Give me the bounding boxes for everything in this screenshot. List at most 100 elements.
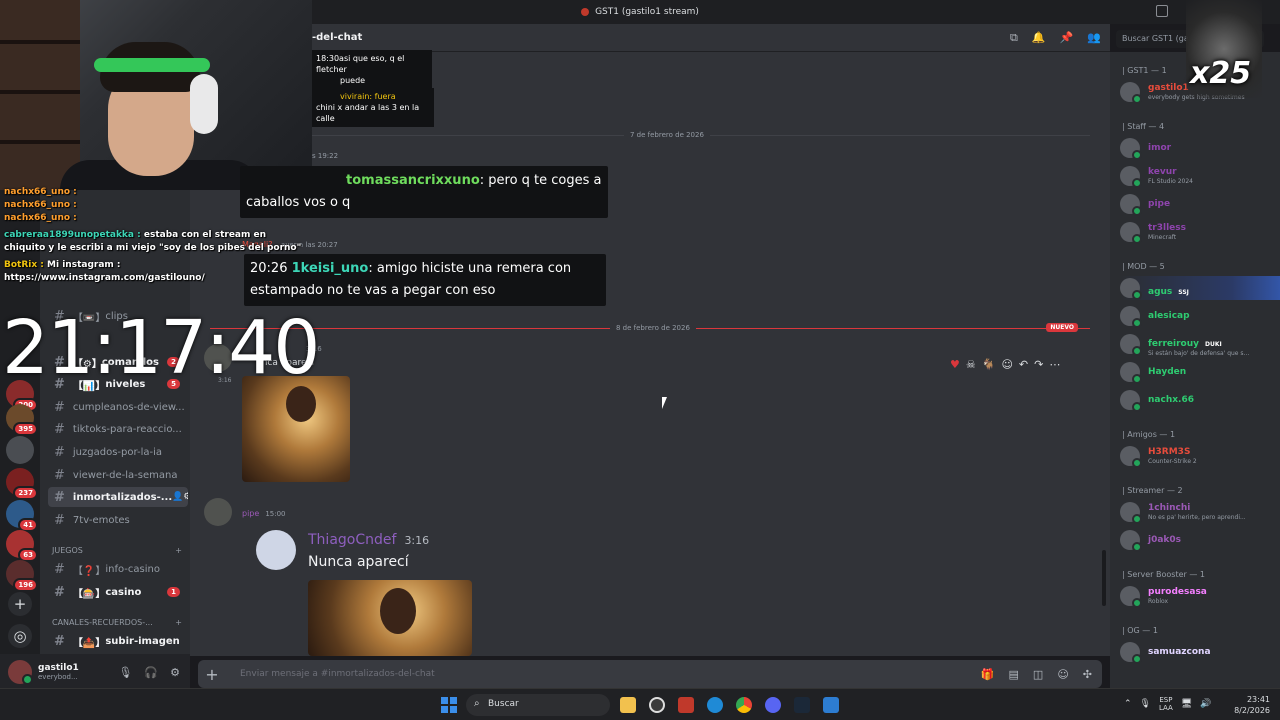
server-icon[interactable]: 395 — [6, 404, 38, 436]
more-icon[interactable]: ⋯ — [1049, 358, 1060, 371]
member-item[interactable]: alesicap — [1120, 304, 1280, 328]
user-panel: gastilo1 everybod... 🎙 🎧 ⚙ — [0, 654, 190, 690]
microphone-icon[interactable]: 🎙 — [118, 666, 132, 679]
apps-icon[interactable]: ✣ — [1083, 668, 1092, 681]
language-indicator[interactable]: ESP LAA — [1159, 696, 1173, 712]
shelf-board — [0, 40, 80, 44]
server-icon[interactable] — [6, 436, 34, 464]
member-item[interactable]: 1chinchi No es pa' herirte, pero aprendi.… — [1120, 500, 1280, 524]
headphones-icon[interactable]: 🎧 — [144, 666, 158, 679]
gear-icon[interactable]: ⚙ — [170, 666, 180, 679]
member-item[interactable]: samuazcona — [1120, 640, 1280, 664]
scrollbar[interactable] — [1102, 550, 1106, 606]
obs-icon[interactable] — [649, 697, 665, 713]
system-clock[interactable]: 23:41 8/2/2026 — [1232, 694, 1270, 716]
twitch-username: BotRix : — [4, 260, 44, 270]
taskbar-search[interactable]: ⌕ Buscar — [466, 694, 610, 716]
server-icon[interactable]: 41 — [6, 500, 38, 532]
date-label: 7 de febrero de 2026 — [624, 131, 710, 139]
twitch-chat-line: nachx66_uno : — [0, 186, 300, 199]
discover-button[interactable]: ◎ — [8, 624, 32, 648]
steam-icon[interactable] — [794, 697, 810, 713]
pin-icon[interactable]: 📌 — [1060, 31, 1074, 45]
bell-icon[interactable]: 🔔 — [1032, 31, 1046, 45]
bubble-user: 1keisi_uno — [291, 261, 369, 276]
add-reaction-icon[interactable]: ☺ — [1001, 358, 1012, 371]
snippet-line: puede — [340, 76, 366, 85]
avatar[interactable] — [204, 498, 232, 526]
gift-icon[interactable]: 🎁 — [981, 668, 995, 681]
avatar — [1120, 222, 1142, 244]
inbox-icon[interactable] — [1156, 5, 1168, 17]
channel-emoji: 【❓】 — [72, 565, 106, 577]
channel-viewer-semana[interactable]: # viewer-de-la-semana — [48, 465, 188, 485]
emoji-icon[interactable]: ☺ — [1057, 668, 1068, 681]
attach-button[interactable]: + — [198, 665, 226, 684]
quoted-image[interactable] — [308, 580, 472, 656]
volume-icon[interactable]: 🔊 — [1200, 699, 1211, 709]
members-icon[interactable]: 👥 — [1087, 31, 1101, 45]
threads-icon[interactable]: ⧉ — [1010, 31, 1018, 45]
file-explorer-icon[interactable] — [620, 697, 636, 713]
shelf-board — [0, 140, 80, 144]
headset-earcup — [190, 74, 218, 134]
goat-reaction-icon[interactable]: 🐐 — [982, 358, 996, 371]
network-icon[interactable]: 🖥 — [1181, 699, 1192, 709]
app-icon[interactable] — [823, 697, 839, 713]
start-button[interactable] — [441, 697, 457, 713]
snippet-line: 18:30asi que eso, q el fletcher — [316, 54, 405, 74]
message-author: pipe 15:00 — [242, 501, 286, 520]
channel-7tv[interactable]: #7tv-emotes — [48, 510, 188, 530]
category-juegos[interactable]: JUEGOS + — [52, 546, 182, 555]
chevron-up-icon[interactable]: ⌃ — [1124, 699, 1132, 709]
message-composer[interactable]: + Enviar mensaje a #inmortalizados-del-c… — [198, 660, 1102, 688]
avatar[interactable] — [8, 660, 33, 685]
server-icon[interactable]: 63 — [6, 530, 38, 562]
channel-subir-imagen[interactable]: # 【📤】 subir-imagen — [48, 631, 188, 651]
discord-icon[interactable] — [765, 697, 781, 713]
heart-reaction-icon[interactable]: ♥ — [950, 358, 960, 371]
member-item[interactable]: ferreirouy DUKI Si están bajo' de defensa'… — [1120, 332, 1280, 357]
member-item[interactable]: tr3lless Minecraft — [1120, 220, 1280, 244]
quoted-author: ThiagoCndef 3:16 — [308, 532, 429, 548]
add-channel-icon[interactable]: + — [175, 546, 182, 555]
reply-icon[interactable]: ↶ — [1019, 358, 1028, 371]
channel-inmortalizados[interactable]: # inmortalizados-... 👤⚙ — [48, 487, 188, 507]
member-item[interactable]: imor — [1120, 136, 1280, 160]
microphone-icon[interactable]: 🎙 — [1140, 699, 1151, 709]
category-recuerdos[interactable]: CANALES-RECUERDOS-... + — [52, 618, 182, 627]
skull-reaction-icon[interactable]: ☠ — [966, 358, 976, 371]
add-server-button[interactable]: + — [8, 592, 32, 616]
member-item[interactable]: nachx.66 — [1120, 388, 1280, 412]
multiplier-label: x25 — [1190, 56, 1252, 91]
forward-icon[interactable]: ↷ — [1034, 358, 1043, 371]
member-item[interactable]: kevur FL Studio 2024 — [1120, 164, 1280, 188]
category-label: CANALES-RECUERDOS-... — [52, 618, 153, 627]
member-activity: No es pa' herirte, pero aprendi... — [1148, 514, 1246, 521]
channel-info-casino[interactable]: # 【❓】 info-casino — [48, 559, 188, 579]
member-item[interactable]: Hayden — [1120, 360, 1280, 384]
channel-cumpleanos[interactable]: # cumpleanos-de-view... — [48, 397, 188, 417]
member-item[interactable]: purodesasa Roblox — [1120, 584, 1280, 608]
server-icon[interactable]: 237 — [6, 468, 38, 500]
sticker-icon[interactable]: ◫ — [1033, 668, 1043, 681]
channel-juzgados[interactable]: # juzgados-por-la-ia — [48, 442, 188, 462]
channel-casino[interactable]: # 【🎰】 casino 1 — [48, 582, 188, 602]
twitch-username: cabreraa1899unopetakka : — [4, 230, 141, 240]
member-item[interactable]: pipe — [1120, 192, 1280, 216]
attached-image[interactable] — [242, 376, 350, 482]
invite-settings-icon[interactable]: 👤⚙ — [172, 492, 188, 502]
app-icon[interactable] — [678, 697, 694, 713]
twitch-chat-line: nachx66_uno : — [0, 212, 300, 225]
add-channel-icon[interactable]: + — [175, 618, 182, 627]
channel-tiktoks[interactable]: # tiktoks-para-reaccio... — [48, 419, 188, 439]
server-icon[interactable]: 196 — [6, 560, 38, 592]
member-item[interactable]: H3RM3S Counter-Strike 2 — [1120, 444, 1280, 468]
member-item[interactable]: j0ak0s — [1120, 528, 1280, 552]
edge-icon[interactable] — [707, 697, 723, 713]
gif-icon[interactable]: ▤ — [1009, 668, 1019, 681]
member-item[interactable]: agus SSJ — [1120, 276, 1280, 300]
chrome-icon[interactable] — [736, 697, 752, 713]
snippet-line: chini x andar a las 3 en la calle — [316, 103, 420, 123]
twitch-chat-line: https://www.instagram.com/gastilouno/ — [0, 272, 300, 285]
